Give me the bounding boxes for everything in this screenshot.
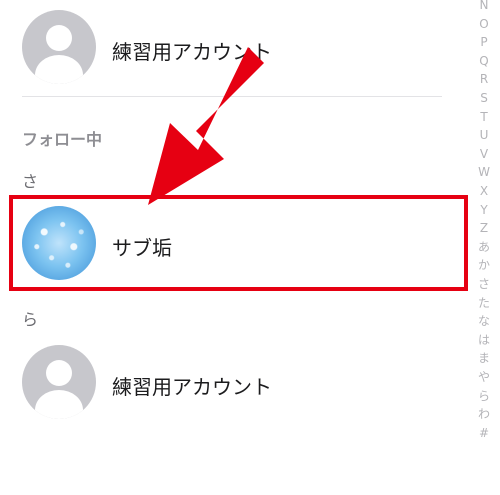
contact-name: 練習用アカウント bbox=[112, 375, 272, 399]
section-index-bar[interactable]: N O P Q R S T U V W X Y Z あかさたなはまやらわ # bbox=[470, 0, 500, 495]
index-item[interactable]: さ bbox=[474, 275, 494, 293]
default-avatar bbox=[22, 10, 96, 84]
index-item[interactable]: た bbox=[474, 294, 494, 312]
index-item[interactable]: S bbox=[474, 89, 494, 107]
index-item[interactable]: R bbox=[474, 70, 494, 88]
divider bbox=[22, 96, 442, 97]
section-header-following: フォロー中 bbox=[22, 130, 103, 149]
index-item[interactable]: ま bbox=[474, 349, 494, 367]
index-item[interactable]: は bbox=[474, 331, 494, 349]
index-item[interactable]: P bbox=[474, 33, 494, 51]
contact-row-practice-account-top[interactable]: 練習用アカウント bbox=[0, 0, 470, 90]
index-item[interactable]: や bbox=[474, 368, 494, 386]
index-item[interactable]: W bbox=[474, 163, 494, 181]
index-item[interactable]: Y bbox=[474, 201, 494, 219]
index-item[interactable]: Z bbox=[474, 219, 494, 237]
index-item[interactable]: U bbox=[474, 126, 494, 144]
index-item[interactable]: # bbox=[474, 424, 494, 442]
contact-row-practice-account-bottom[interactable]: 練習用アカウント bbox=[0, 340, 470, 430]
group-header-ra: ら bbox=[22, 310, 39, 329]
index-item[interactable]: V bbox=[474, 145, 494, 163]
index-item[interactable]: N bbox=[474, 0, 494, 14]
index-item[interactable]: わ bbox=[474, 405, 494, 423]
index-item[interactable]: T bbox=[474, 108, 494, 126]
highlight-box bbox=[9, 195, 468, 291]
contact-name: 練習用アカウント bbox=[112, 40, 272, 64]
index-item[interactable]: O bbox=[474, 15, 494, 33]
index-item[interactable]: Q bbox=[474, 52, 494, 70]
default-avatar bbox=[22, 345, 96, 419]
index-item[interactable]: X bbox=[474, 182, 494, 200]
index-item[interactable]: あ bbox=[474, 238, 494, 256]
index-item[interactable]: ら bbox=[474, 387, 494, 405]
index-item[interactable]: か bbox=[474, 256, 494, 274]
group-header-sa: さ bbox=[22, 172, 39, 191]
index-item[interactable]: な bbox=[474, 312, 494, 330]
